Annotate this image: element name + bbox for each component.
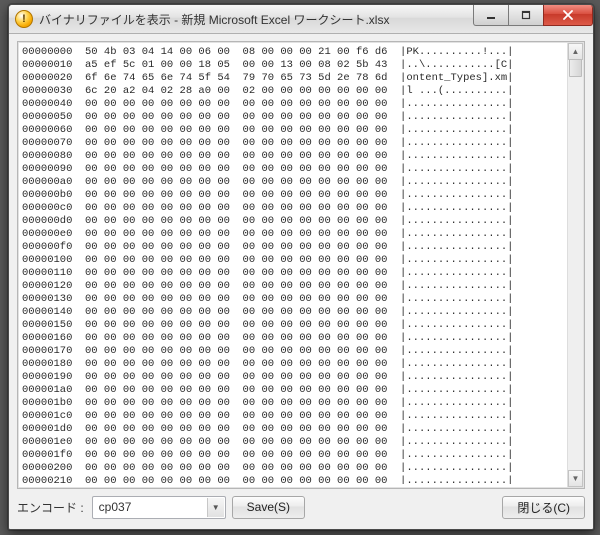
close-button[interactable] (543, 5, 593, 26)
chevron-down-icon: ▼ (207, 498, 224, 517)
scroll-thumb[interactable] (569, 59, 582, 77)
content-panel: 00000000 50 4b 03 04 14 00 06 00 08 00 0… (17, 41, 585, 489)
save-button[interactable]: Save(S) (232, 496, 305, 519)
window-buttons (474, 5, 593, 26)
titlebar[interactable]: ! バイナリファイルを表示 - 新規 Microsoft Excel ワークシー… (9, 5, 593, 34)
close-footer-button[interactable]: 閉じる(C) (502, 496, 585, 519)
encoding-label: エンコード : (17, 499, 84, 516)
encoding-combo[interactable]: cp037 ▼ (92, 496, 226, 519)
warning-icon: ! (15, 10, 33, 28)
scroll-down-arrow-icon[interactable]: ▼ (568, 470, 583, 487)
window: ! バイナリファイルを表示 - 新規 Microsoft Excel ワークシー… (8, 4, 594, 530)
hex-view[interactable]: 00000000 50 4b 03 04 14 00 06 00 08 00 0… (22, 46, 568, 484)
maximize-button[interactable] (508, 5, 544, 26)
minimize-button[interactable] (473, 5, 509, 26)
footer: エンコード : cp037 ▼ Save(S) 閉じる(C) (17, 493, 585, 521)
encoding-value: cp037 (99, 500, 132, 514)
scroll-track[interactable] (568, 59, 583, 471)
scroll-up-arrow-icon[interactable]: ▲ (568, 43, 583, 60)
vertical-scrollbar[interactable]: ▲ ▼ (567, 43, 583, 487)
